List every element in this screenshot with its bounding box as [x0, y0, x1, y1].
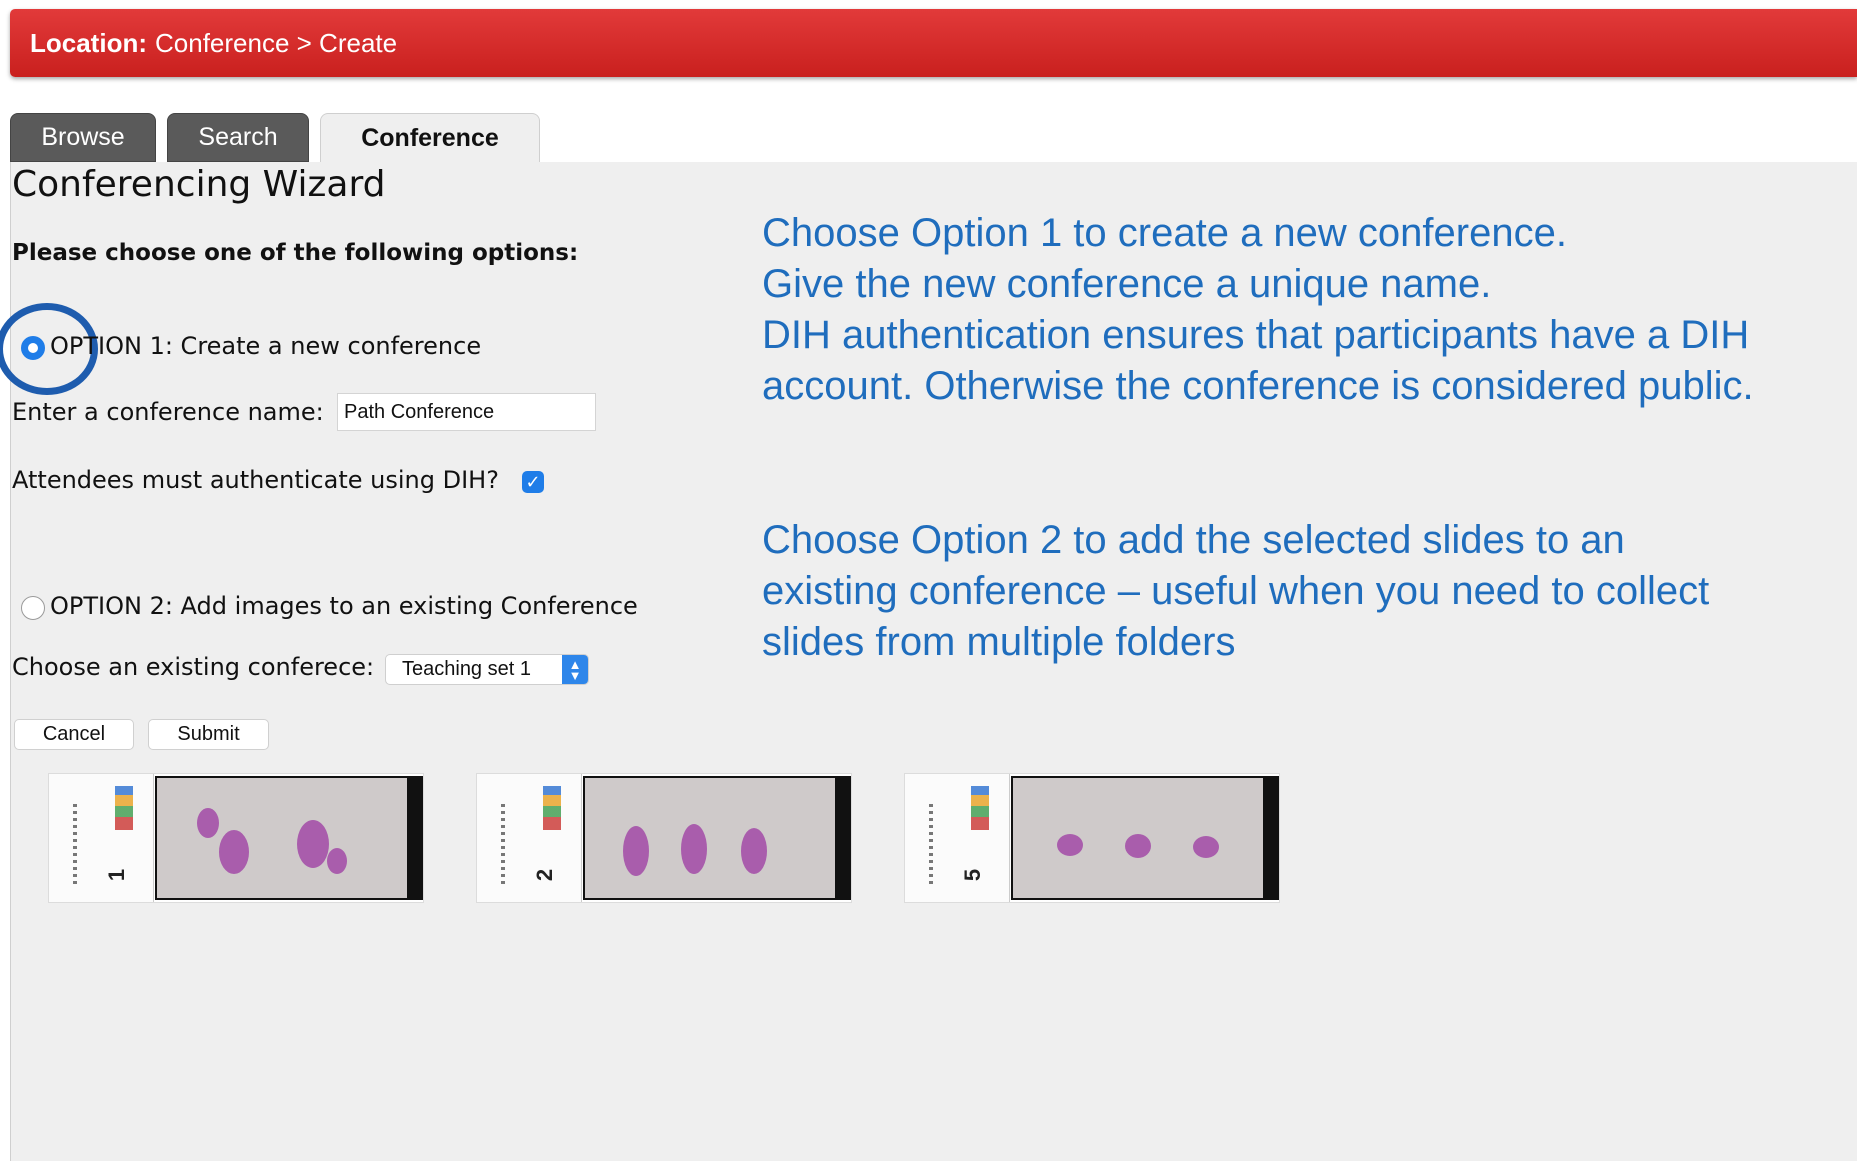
- tab-conference[interactable]: Conference: [320, 113, 540, 162]
- auth-label: Attendees must authenticate using DIH?: [12, 466, 499, 494]
- slide-label: 2: [477, 774, 582, 902]
- annotation-option2: Choose Option 2 to add the selected slid…: [762, 518, 1710, 664]
- institution-logo: [115, 786, 133, 830]
- option1-label: OPTION 1: Create a new conference: [50, 332, 482, 360]
- conference-name-input[interactable]: [337, 393, 596, 431]
- slide-label: 5: [905, 774, 1010, 902]
- slide-number: 1: [104, 868, 130, 882]
- slide-number: 5: [960, 868, 986, 882]
- slide-thumbnail[interactable]: 1: [48, 773, 424, 903]
- options-prompt: Please choose one of the following optio…: [12, 240, 579, 266]
- slide-image: [155, 776, 423, 900]
- slide-image: [1011, 776, 1279, 900]
- slide-thumbnail[interactable]: 5: [904, 773, 1280, 903]
- existing-conference-label: Choose an existing conferece:: [12, 653, 375, 681]
- conference-name-label: Enter a conference name:: [12, 398, 324, 426]
- select-value: Teaching set 1: [402, 658, 531, 680]
- slide-thumbnail[interactable]: 2: [476, 773, 852, 903]
- slide-label: 1: [49, 774, 154, 902]
- tab-browse[interactable]: Browse: [10, 113, 156, 162]
- updown-arrows-icon: ▲ ▼: [562, 655, 588, 684]
- annotation-option1: Choose Option 1 to create a new conferen…: [762, 211, 1754, 408]
- submit-button[interactable]: Submit: [148, 719, 269, 750]
- cancel-button[interactable]: Cancel: [14, 719, 134, 750]
- auth-checkbox[interactable]: ✓: [522, 471, 544, 493]
- slide-number: 2: [532, 868, 558, 882]
- location-path: Conference > Create: [155, 27, 398, 58]
- page-title: Conferencing Wizard: [12, 164, 386, 205]
- location-label: Location:: [30, 27, 147, 58]
- tab-search[interactable]: Search: [167, 113, 309, 162]
- existing-conference-select[interactable]: Teaching set 1 ▲ ▼: [385, 654, 589, 685]
- checkmark-icon: ✓: [525, 471, 541, 493]
- institution-logo: [971, 786, 989, 830]
- option2-radio[interactable]: [21, 596, 45, 620]
- institution-logo: [543, 786, 561, 830]
- slide-image: [583, 776, 851, 900]
- option2-label: OPTION 2: Add images to an existing Conf…: [50, 592, 638, 620]
- location-bar: Location: Conference > Create: [10, 9, 1857, 77]
